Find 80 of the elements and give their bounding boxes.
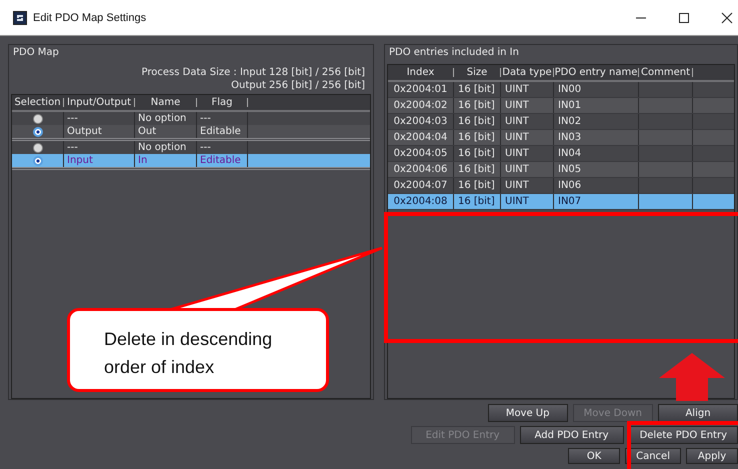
table-cell: UINT bbox=[501, 98, 554, 113]
radio-button[interactable] bbox=[32, 114, 42, 124]
table-cell: IN01 bbox=[554, 98, 639, 113]
callout: Delete in descending order of index bbox=[67, 308, 329, 392]
column-header[interactable]: Comment bbox=[639, 68, 693, 77]
table-cell: 16 [bit] bbox=[454, 114, 501, 129]
table-row[interactable]: 0x2004:08 16 [bit] UINT IN07 bbox=[388, 194, 734, 210]
table-cell: 0x2004:06 bbox=[388, 162, 454, 177]
table-cell: 16 [bit] bbox=[454, 194, 501, 209]
table-cell: IN00 bbox=[554, 82, 639, 97]
maximize-icon[interactable] bbox=[678, 12, 690, 24]
column-header[interactable]: Name bbox=[135, 98, 197, 107]
table-row[interactable]: 0x2004:06 16 [bit] UINT IN05 bbox=[388, 162, 734, 178]
dialog-button[interactable]: Cancel bbox=[625, 448, 681, 464]
process-data-size: Output 256 [bit] / 256 [bit] bbox=[231, 79, 365, 92]
column-header[interactable]: Flag bbox=[197, 98, 248, 107]
dialog-button[interactable]: Apply bbox=[686, 448, 738, 464]
app-icon bbox=[13, 10, 27, 24]
table-row[interactable]: 0x2004:05 16 [bit] UINT IN04 bbox=[388, 146, 734, 162]
panel-heading: PDO Map bbox=[12, 46, 60, 60]
table-cell: 0x2004:07 bbox=[388, 178, 454, 193]
table-cell: 16 [bit] bbox=[454, 162, 501, 177]
column-header[interactable]: Index bbox=[388, 68, 454, 77]
table-row[interactable]: --- No option --- bbox=[12, 112, 370, 125]
table-cell: 0x2004:02 bbox=[388, 98, 454, 113]
table-cell: UINT bbox=[501, 194, 554, 209]
table-cell: IN06 bbox=[554, 178, 639, 193]
table-row[interactable]: Output Out Editable bbox=[12, 125, 370, 138]
table-cell: IN04 bbox=[554, 146, 639, 161]
table-cell: IN07 bbox=[554, 194, 639, 209]
table-row[interactable]: 0x2004:02 16 [bit] UINT IN01 bbox=[388, 98, 734, 114]
up-arrow-icon bbox=[658, 352, 726, 402]
table-cell: Editable bbox=[197, 154, 248, 167]
table-cell: 16 [bit] bbox=[454, 146, 501, 161]
close-icon[interactable] bbox=[721, 12, 733, 24]
table-cell: UINT bbox=[501, 130, 554, 145]
table-row[interactable]: 0x2004:07 16 [bit] UINT IN06 bbox=[388, 178, 734, 194]
window-title: Edit PDO Map Settings bbox=[33, 12, 146, 24]
column-header[interactable]: Size bbox=[454, 68, 501, 77]
column-header[interactable]: Selection bbox=[12, 98, 64, 107]
column-header[interactable]: Data type bbox=[501, 68, 554, 77]
column-header[interactable]: Input/Output bbox=[64, 98, 135, 107]
column-header[interactable]: PDO entry name bbox=[554, 68, 639, 77]
table-cell: UINT bbox=[501, 114, 554, 129]
table-cell: 0x2004:03 bbox=[388, 114, 454, 129]
table-cell: UINT bbox=[501, 178, 554, 193]
table-cell: 0x2004:01 bbox=[388, 82, 454, 97]
table-cell: IN05 bbox=[554, 162, 639, 177]
radio-button[interactable] bbox=[32, 156, 42, 166]
table-cell: Output bbox=[64, 125, 135, 138]
table-cell: Input bbox=[64, 154, 135, 167]
dialog-button[interactable]: OK bbox=[568, 448, 620, 464]
table-cell: 16 [bit] bbox=[454, 82, 501, 97]
table-cell: 0x2004:04 bbox=[388, 130, 454, 145]
dialog-button[interactable]: Align bbox=[658, 404, 738, 422]
table-cell: UINT bbox=[501, 146, 554, 161]
table-row[interactable]: --- No option --- bbox=[12, 141, 370, 154]
table-row[interactable]: 0x2004:01 16 [bit] UINT IN00 bbox=[388, 82, 734, 98]
table-cell: Out bbox=[135, 125, 197, 138]
table-cell: IN03 bbox=[554, 130, 639, 145]
table-row[interactable]: 0x2004:04 16 [bit] UINT IN03 bbox=[388, 130, 734, 146]
table-cell: IN02 bbox=[554, 114, 639, 129]
table-cell: In bbox=[135, 154, 197, 167]
dialog-button[interactable]: Add PDO Entry bbox=[520, 426, 624, 444]
table-cell: 16 [bit] bbox=[454, 98, 501, 113]
process-data-size: Process Data Size : Input 128 [bit] / 256 [bit] bbox=[142, 66, 365, 79]
table-cell: 16 [bit] bbox=[454, 178, 501, 193]
radio-button[interactable] bbox=[32, 126, 42, 136]
radio-button[interactable] bbox=[32, 142, 42, 152]
table-cell: UINT bbox=[501, 162, 554, 177]
table-cell: 0x2004:05 bbox=[388, 146, 454, 161]
panel-heading: PDO entries included in In bbox=[388, 46, 520, 60]
table-cell: 16 [bit] bbox=[454, 130, 501, 145]
dialog-button[interactable]: Move Up bbox=[488, 404, 568, 422]
table-cell: 0x2004:08 bbox=[388, 194, 454, 209]
table-row[interactable]: Input In Editable bbox=[12, 154, 370, 167]
dialog-button[interactable]: Delete PDO Entry bbox=[628, 426, 738, 444]
table-cell: Editable bbox=[197, 125, 248, 138]
table-row[interactable]: 0x2004:03 16 [bit] UINT IN02 bbox=[388, 114, 734, 130]
table-cell: UINT bbox=[501, 82, 554, 97]
